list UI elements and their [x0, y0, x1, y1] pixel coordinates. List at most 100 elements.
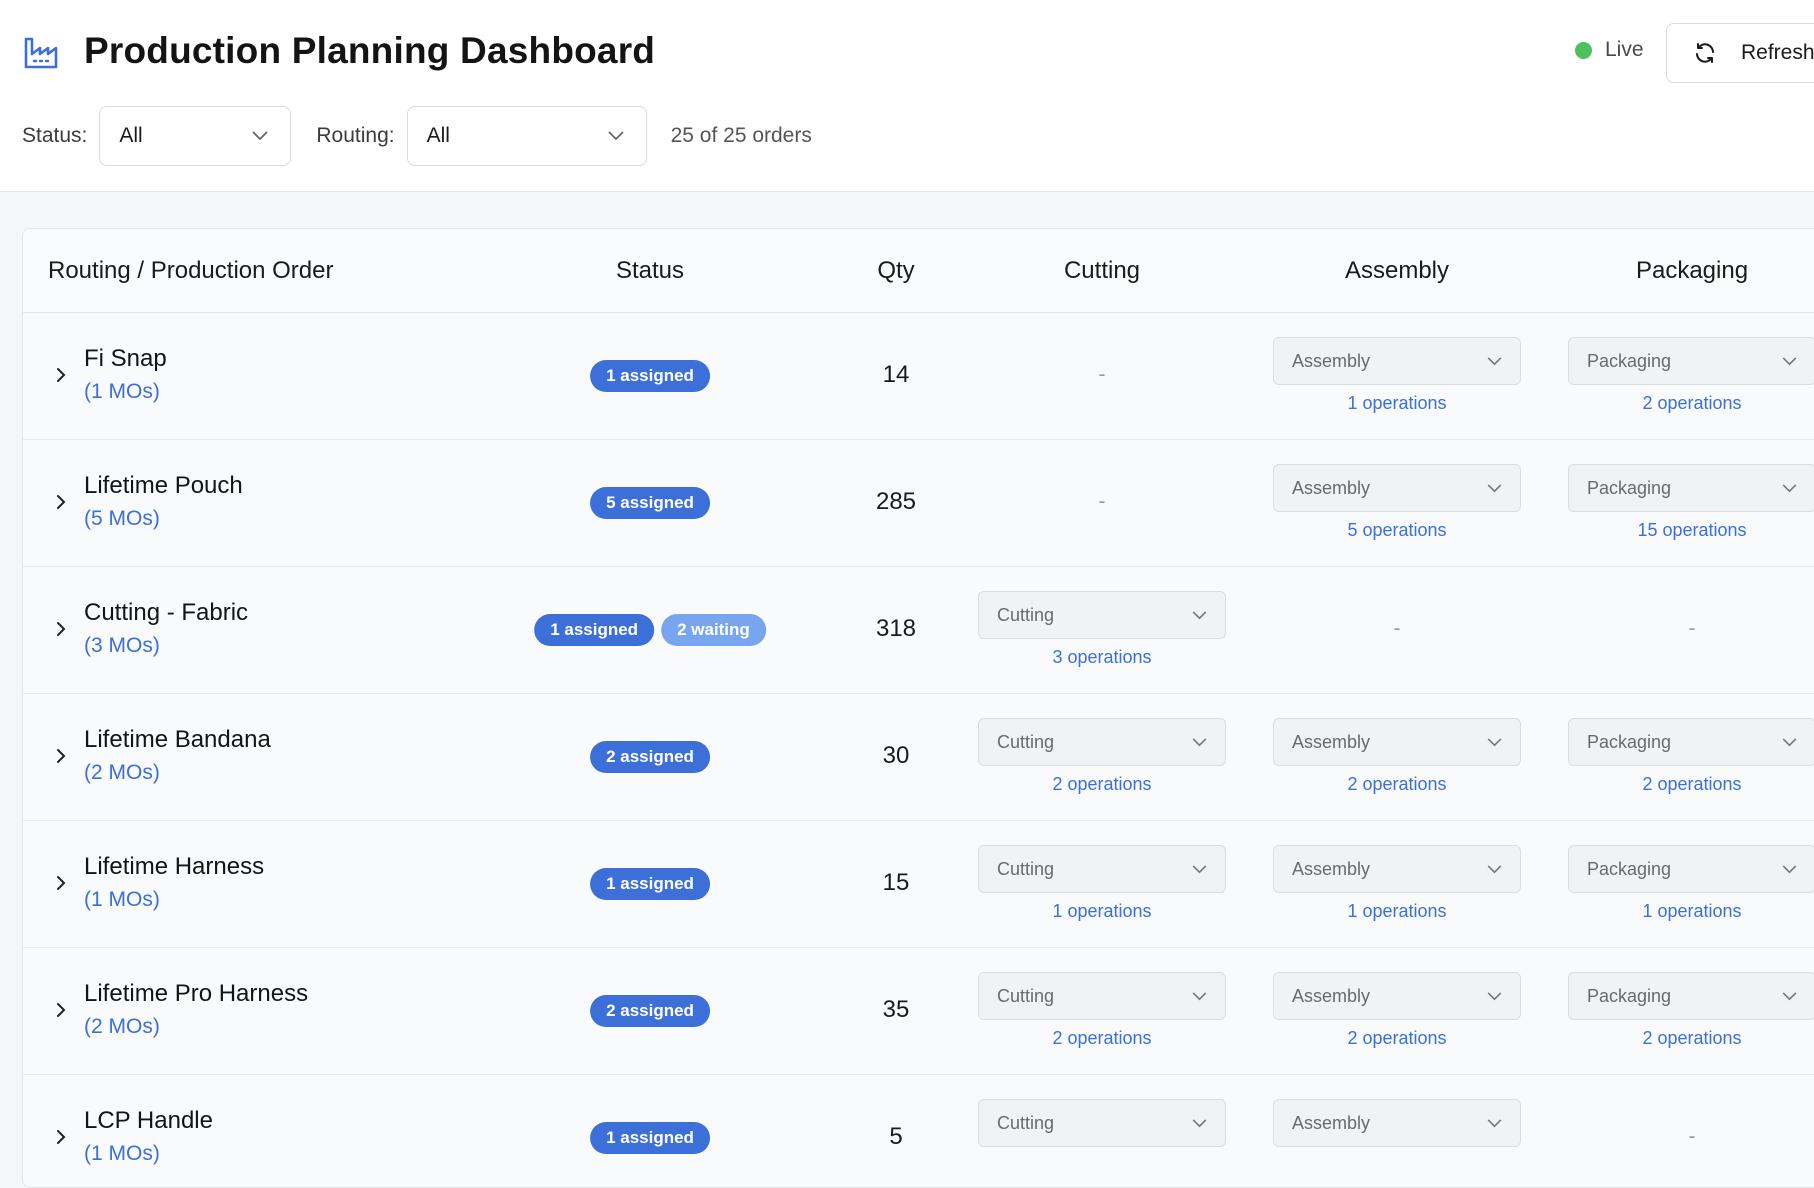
assembly-operations-link[interactable]: 1 operations [1347, 393, 1446, 414]
chevron-right-icon[interactable] [53, 1000, 69, 1020]
packaging-select[interactable]: Packaging [1568, 845, 1814, 893]
cutting-operations-link[interactable]: 2 operations [1052, 1028, 1151, 1049]
packaging-select-value: Packaging [1587, 731, 1672, 752]
packaging-operations-link[interactable]: 2 operations [1642, 1028, 1741, 1049]
cutting-empty: - [1098, 363, 1106, 386]
assembly-empty: - [1393, 617, 1401, 640]
routing-filter-select[interactable]: All [406, 106, 647, 166]
packaging-empty: - [1688, 1125, 1696, 1148]
assembly-select-value: Assembly [1292, 350, 1371, 371]
cutting-select[interactable]: Cutting [978, 591, 1226, 639]
status-filter-label: Status: [22, 124, 88, 147]
chevron-right-icon[interactable] [53, 365, 69, 385]
orders-table: Routing / Production Order Status Qty Cu… [22, 228, 1814, 1188]
chevron-down-icon [1487, 737, 1502, 746]
status-badge-assigned: 1 assigned [534, 614, 655, 646]
production-order-name: Fi Snap [84, 345, 167, 372]
assembly-select[interactable]: Assembly [1273, 845, 1521, 893]
column-header-qty: Qty [877, 257, 915, 284]
mo-count-link[interactable]: (2 MOs) [84, 1015, 160, 1039]
cutting-select[interactable]: Cutting [978, 972, 1226, 1020]
cutting-select-value: Cutting [997, 604, 1055, 625]
column-header-routing: Routing / Production Order [48, 257, 334, 284]
cutting-select[interactable]: Cutting [978, 1099, 1226, 1147]
production-order-name: Lifetime Bandana [84, 726, 271, 753]
chevron-down-icon [1487, 483, 1502, 492]
status-badge-assigned: 5 assigned [590, 487, 710, 519]
assembly-select-value: Assembly [1292, 731, 1371, 752]
table-row: Lifetime Bandana (2 MOs) 2 assigned 30 Cutt… [23, 694, 1814, 821]
mo-count-link[interactable]: (3 MOs) [84, 634, 160, 658]
assembly-operations-link[interactable]: 2 operations [1347, 774, 1446, 795]
quantity-value: 14 [882, 361, 910, 388]
cutting-select[interactable]: Cutting [978, 718, 1226, 766]
chevron-down-icon [1782, 864, 1797, 873]
status-filter-value: All [119, 124, 143, 147]
assembly-select-value: Assembly [1292, 477, 1371, 498]
packaging-select[interactable]: Packaging [1568, 337, 1814, 385]
status-badge-assigned: 1 assigned [590, 360, 710, 392]
chevron-right-icon[interactable] [53, 492, 69, 512]
mo-count-link[interactable]: (1 MOs) [84, 888, 160, 912]
cutting-operations-link[interactable]: 3 operations [1052, 647, 1151, 668]
table-row: Cutting - Fabric (3 MOs) 1 assigned 2 waiti… [23, 567, 1814, 694]
packaging-select-value: Packaging [1587, 350, 1672, 371]
cutting-operations-link[interactable]: 2 operations [1052, 774, 1151, 795]
assembly-select[interactable]: Assembly [1273, 337, 1521, 385]
assembly-select-value: Assembly [1292, 985, 1371, 1006]
status-badges: 5 assigned [590, 487, 710, 519]
status-badge-assigned: 1 assigned [590, 1122, 710, 1154]
assembly-operations-link[interactable]: 5 operations [1347, 520, 1446, 541]
refresh-button[interactable]: Refresh [1666, 23, 1814, 83]
assembly-select[interactable]: Assembly [1273, 972, 1521, 1020]
mo-count-link[interactable]: (5 MOs) [84, 507, 160, 531]
filter-bar: Status: All Routing: All 25 of 25 orders [22, 106, 812, 166]
assembly-select[interactable]: Assembly [1273, 718, 1521, 766]
status-badge-waiting: 2 waiting [661, 614, 766, 646]
chevron-down-icon [1192, 610, 1207, 619]
chevron-down-icon [1487, 1118, 1502, 1127]
status-badge-assigned: 1 assigned [590, 868, 710, 900]
mo-count-link[interactable]: (1 MOs) [84, 380, 160, 404]
chevron-down-icon [1487, 991, 1502, 1000]
packaging-select-value: Packaging [1587, 477, 1672, 498]
cutting-select[interactable]: Cutting [978, 845, 1226, 893]
assembly-select[interactable]: Assembly [1273, 1099, 1521, 1147]
quantity-value: 30 [882, 742, 910, 769]
chevron-right-icon[interactable] [53, 873, 69, 893]
chevron-right-icon[interactable] [53, 1127, 69, 1147]
cutting-select-value: Cutting [997, 1112, 1055, 1133]
chevron-down-icon [1487, 864, 1502, 873]
page-title: Production Planning Dashboard [84, 30, 656, 71]
mo-count-link[interactable]: (1 MOs) [84, 1142, 160, 1166]
order-count: 25 of 25 orders [670, 124, 812, 147]
packaging-select[interactable]: Packaging [1568, 464, 1814, 512]
cutting-operations-link[interactable]: 1 operations [1052, 901, 1151, 922]
live-label: Live [1605, 38, 1644, 61]
packaging-select[interactable]: Packaging [1568, 718, 1814, 766]
routing-filter-label: Routing: [316, 124, 395, 147]
packaging-operations-link[interactable]: 2 operations [1642, 393, 1741, 414]
assembly-operations-link[interactable]: 2 operations [1347, 1028, 1446, 1049]
chevron-right-icon[interactable] [53, 746, 69, 766]
packaging-operations-link[interactable]: 15 operations [1637, 520, 1746, 541]
packaging-operations-link[interactable]: 1 operations [1642, 901, 1741, 922]
refresh-label: Refresh [1741, 41, 1814, 64]
status-badges: 1 assigned [590, 360, 710, 392]
assembly-operations-link[interactable]: 1 operations [1347, 901, 1446, 922]
production-order-name: Lifetime Harness [84, 853, 265, 880]
packaging-select[interactable]: Packaging [1568, 972, 1814, 1020]
column-header-cutting: Cutting [1063, 257, 1141, 284]
table-row: LCP Handle (1 MOs) 1 assigned 5 Cutting Ass… [23, 1075, 1814, 1187]
table-row: Lifetime Pro Harness (2 MOs) 2 assigned 35 … [23, 948, 1814, 1075]
quantity-value: 285 [875, 488, 917, 515]
chevron-down-icon [607, 131, 624, 141]
status-filter-select[interactable]: All [99, 106, 292, 166]
assembly-select[interactable]: Assembly [1273, 464, 1521, 512]
packaging-operations-link[interactable]: 2 operations [1642, 774, 1741, 795]
cutting-empty: - [1098, 490, 1106, 513]
status-badges: 1 assigned [590, 1122, 710, 1154]
chevron-right-icon[interactable] [53, 619, 69, 639]
mo-count-link[interactable]: (2 MOs) [84, 761, 160, 785]
column-header-assembly: Assembly [1344, 257, 1450, 284]
